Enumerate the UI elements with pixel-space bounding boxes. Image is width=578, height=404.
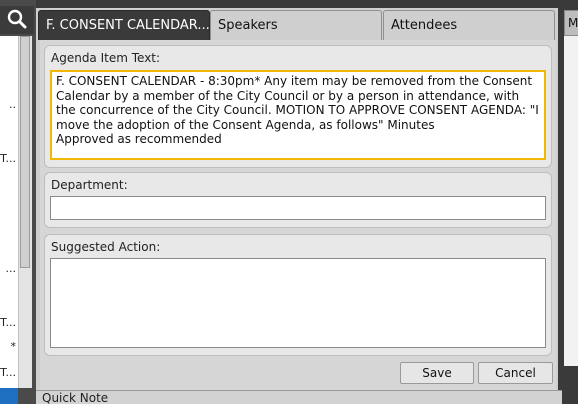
tab-content: Agenda Item Text: F. CONSENT CALENDAR - … bbox=[40, 40, 556, 392]
agenda-item-group: Agenda Item Text: F. CONSENT CALENDAR - … bbox=[44, 45, 552, 168]
cancel-button[interactable]: Cancel bbox=[478, 362, 553, 384]
left-panel: .. T... ... T... * T... bbox=[0, 0, 36, 404]
right-panel-tab[interactable]: M bbox=[564, 10, 578, 36]
list-scrollbar-thumb[interactable] bbox=[20, 36, 30, 268]
suggested-action-input[interactable] bbox=[50, 258, 546, 348]
department-group: Department: bbox=[44, 172, 552, 228]
agenda-item-text[interactable]: F. CONSENT CALENDAR - 8:30pm* Any item m… bbox=[50, 70, 546, 160]
item-detail-panel: F. CONSENT CALENDAR... Speakers Attendee… bbox=[36, 8, 558, 396]
search-button[interactable] bbox=[0, 6, 34, 34]
search-icon bbox=[7, 9, 27, 32]
quick-note-header[interactable]: Quick Note bbox=[36, 390, 562, 404]
tab-bar: F. CONSENT CALENDAR... Speakers Attendee… bbox=[36, 10, 558, 40]
list-item[interactable]: * bbox=[0, 340, 18, 354]
list-item[interactable]: T... bbox=[0, 366, 18, 380]
list-item[interactable]: T... bbox=[0, 316, 18, 330]
list-item[interactable]: T... bbox=[0, 152, 18, 166]
agenda-list[interactable]: .. T... ... T... * T... bbox=[0, 36, 18, 388]
right-panel-body bbox=[564, 36, 578, 366]
suggested-action-group: Suggested Action: bbox=[44, 234, 552, 356]
list-item[interactable]: ... bbox=[0, 262, 18, 276]
tab-speakers[interactable]: Speakers bbox=[210, 10, 382, 40]
suggested-action-label: Suggested Action: bbox=[51, 240, 161, 254]
tab-consent-calendar[interactable]: F. CONSENT CALENDAR... bbox=[38, 10, 210, 40]
department-input[interactable] bbox=[50, 196, 546, 220]
list-item-selected[interactable] bbox=[0, 388, 18, 404]
save-button[interactable]: Save bbox=[400, 362, 474, 384]
department-label: Department: bbox=[51, 178, 128, 192]
agenda-item-label: Agenda Item Text: bbox=[51, 51, 161, 65]
list-item[interactable]: .. bbox=[0, 98, 18, 112]
tab-attendees[interactable]: Attendees bbox=[383, 10, 555, 40]
